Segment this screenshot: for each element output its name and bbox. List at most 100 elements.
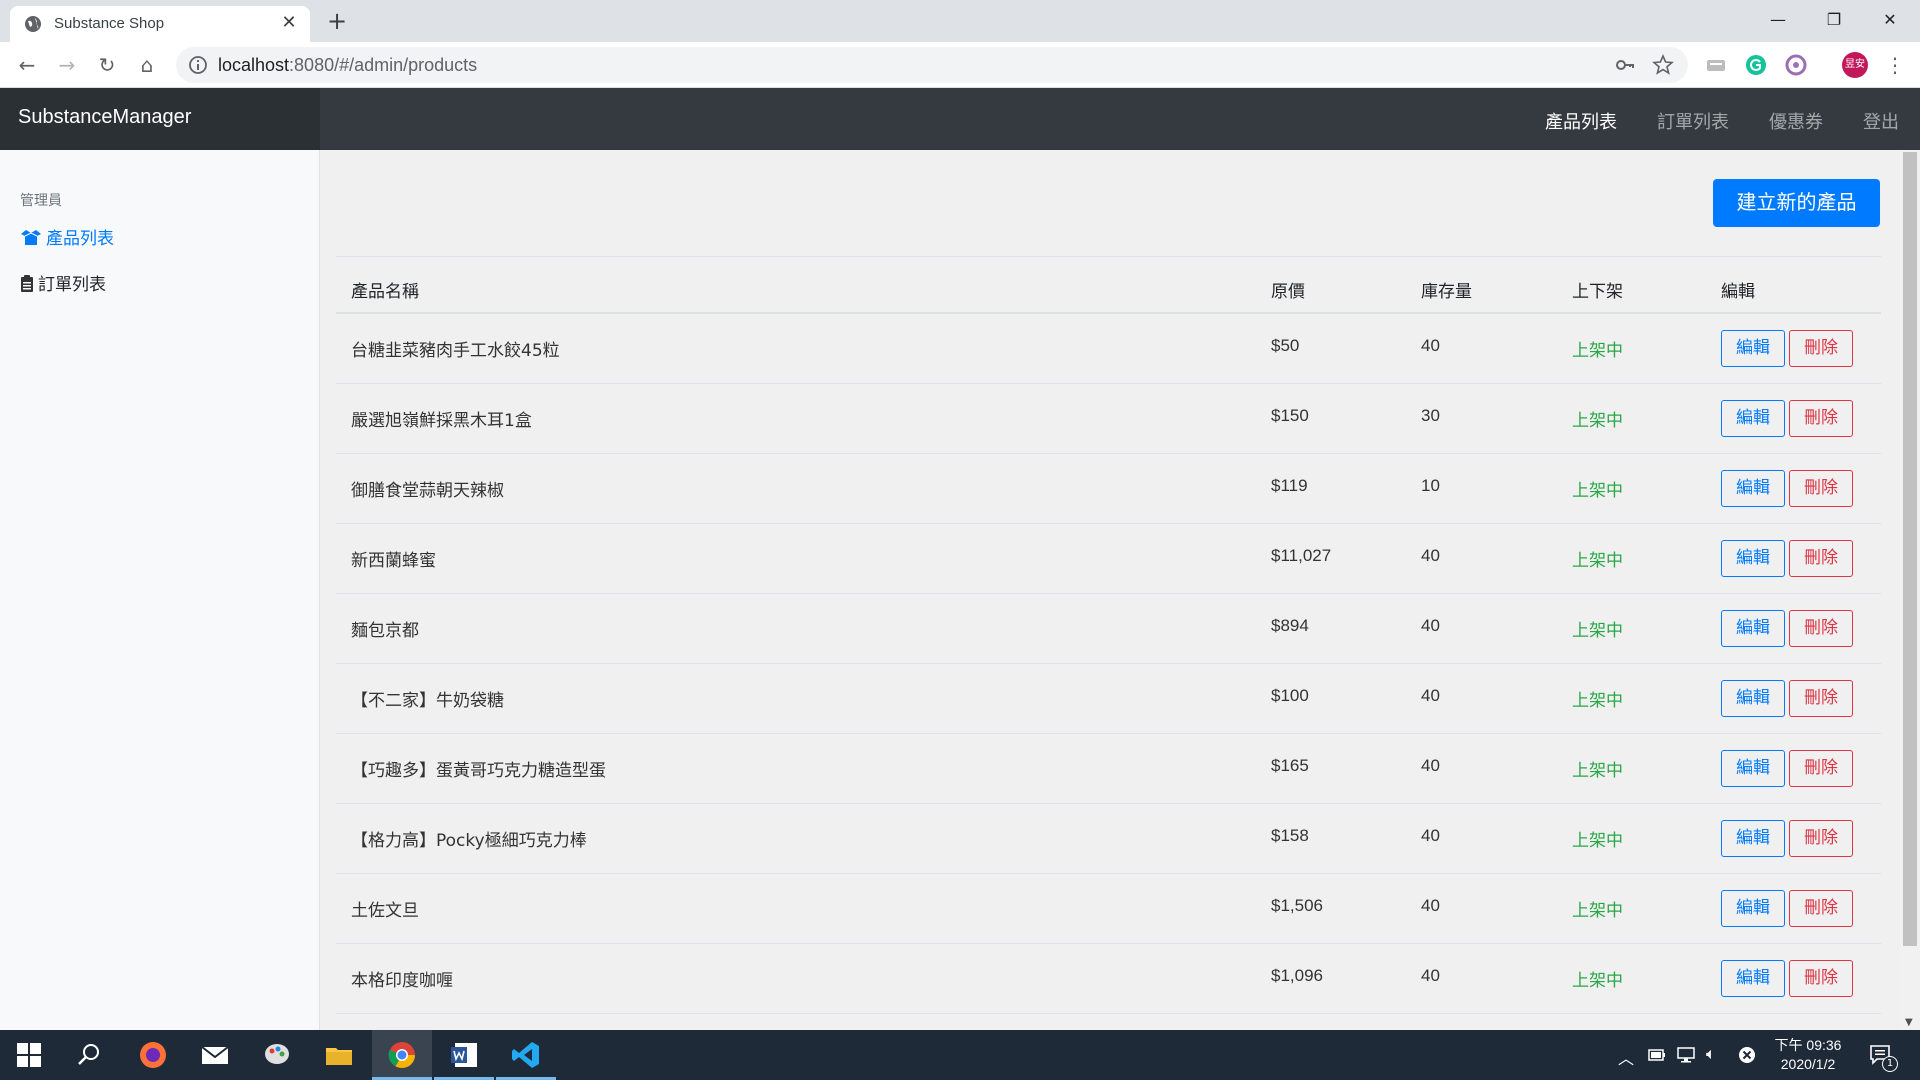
url-path: :8080/#/admin/products [289,55,478,75]
back-button[interactable]: ← [12,50,42,80]
delete-button[interactable]: 刪除 [1789,330,1853,367]
search-icon[interactable] [76,1042,102,1068]
paint-icon[interactable] [262,1040,292,1070]
edit-button[interactable]: 編輯 [1721,610,1785,647]
extension-purple-icon[interactable] [1785,54,1807,76]
vertical-scrollbar[interactable]: ▼ [1900,150,1920,1030]
edit-button[interactable]: 編輯 [1721,470,1785,507]
grammarly-icon[interactable] [1745,54,1767,76]
product-status-cell: 上架中 [1572,411,1623,431]
table-row: 御膳食堂蒜朝天辣椒 $119 10 上架中 編輯 刪除 [336,454,1881,524]
edit-button[interactable]: 編輯 [1721,820,1785,857]
firefox-icon[interactable] [138,1040,168,1070]
status-x-icon[interactable] [1738,1046,1756,1064]
edit-button[interactable]: 編輯 [1721,400,1785,437]
product-status-cell: 上架中 [1572,971,1623,991]
network-icon[interactable] [1676,1046,1696,1064]
taskbar-clock[interactable]: 下午 09:36 2020/1/2 [1768,1036,1848,1074]
column-header-edit: 編輯 [1721,282,1755,302]
mail-icon[interactable] [200,1040,230,1070]
topnav-logout[interactable]: 登出 [1863,108,1899,134]
product-price-cell: $50 [1271,336,1300,355]
create-product-button[interactable]: 建立新的產品 [1713,179,1880,227]
product-name-cell: 【巧趣多】蛋黃哥巧克力糖造型蛋 [351,761,606,781]
vscode-icon[interactable] [511,1040,541,1070]
product-status-cell: 上架中 [1572,551,1623,571]
topnav-products[interactable]: 產品列表 [1545,108,1617,134]
notification-count-badge: 1 [1882,1056,1898,1072]
clock-time: 下午 09:36 [1774,1037,1842,1053]
app-navbar: SubstanceManager 產品列表 訂單列表 優惠券 登出 [0,88,1920,150]
edit-button[interactable]: 編輯 [1721,330,1785,367]
delete-button[interactable]: 刪除 [1789,470,1853,507]
product-status-cell: 上架中 [1572,831,1623,851]
chrome-icon[interactable] [387,1040,417,1070]
windows-start-icon[interactable] [16,1042,42,1068]
product-status-cell: 上架中 [1572,481,1623,501]
table-row: 【不二家】牛奶袋糖 $100 40 上架中 編輯 刪除 [336,664,1881,734]
brand-area: SubstanceManager [0,88,320,150]
restore-button[interactable]: ❐ [1812,4,1856,36]
star-icon[interactable] [1652,54,1674,76]
edit-button[interactable]: 編輯 [1721,960,1785,997]
scroll-down-arrow-icon[interactable]: ▼ [1905,1017,1913,1028]
product-stock-cell: 10 [1421,476,1440,495]
product-stock-cell: 30 [1421,406,1440,425]
menu-kebab-icon[interactable]: ⋮ [1880,50,1910,80]
delete-button[interactable]: 刪除 [1789,890,1853,927]
edit-button[interactable]: 編輯 [1721,540,1785,577]
key-icon[interactable] [1614,54,1636,76]
delete-button[interactable]: 刪除 [1789,610,1853,647]
edit-button[interactable]: 編輯 [1721,890,1785,927]
forward-button[interactable]: → [52,50,82,80]
table-row: 台糖韭菜豬肉手工水餃45粒 $50 40 上架中 編輯 刪除 [336,314,1881,384]
product-name-cell: 御膳食堂蒜朝天辣椒 [351,481,504,501]
extension-ticket-icon[interactable] [1705,54,1727,76]
edit-button[interactable]: 編輯 [1721,680,1785,717]
product-name-cell: 台糖韭菜豬肉手工水餃45粒 [351,341,560,361]
delete-button[interactable]: 刪除 [1789,680,1853,717]
browser-tab[interactable]: Substance Shop ✕ [10,6,310,42]
table-row: 【格力高】Pocky極細巧克力棒 $158 40 上架中 編輯 刪除 [336,804,1881,874]
product-name-cell: 嚴選旭嶺鮮採黑木耳1盒 [351,411,532,431]
sidebar-item-orders[interactable]: 訂單列表 [20,270,106,295]
home-button[interactable]: ⌂ [132,50,162,80]
column-header-name: 產品名稱 [351,282,419,302]
sidebar-item-products[interactable]: 產品列表 [20,224,114,249]
word-icon[interactable] [449,1040,479,1070]
tab-title: Substance Shop [54,15,165,32]
close-tab-icon[interactable]: ✕ [278,12,300,34]
delete-button[interactable]: 刪除 [1789,960,1853,997]
topnav-coupons[interactable]: 優惠券 [1769,108,1823,134]
profile-avatar[interactable]: 昱安 [1842,52,1868,78]
delete-button[interactable]: 刪除 [1789,750,1853,787]
product-stock-cell: 40 [1421,826,1440,845]
product-name-cell: 【格力高】Pocky極細巧克力棒 [351,831,587,851]
topnav-orders[interactable]: 訂單列表 [1657,108,1729,134]
address-bar[interactable]: localhost:8080/#/admin/products [176,47,1688,83]
minimize-button[interactable]: — [1756,4,1800,36]
column-header-status: 上下架 [1572,282,1623,302]
close-window-button[interactable]: ✕ [1868,4,1912,36]
product-price-cell: $100 [1271,686,1309,705]
file-explorer-icon[interactable] [324,1040,354,1070]
delete-button[interactable]: 刪除 [1789,540,1853,577]
reload-button[interactable]: ↻ [92,50,122,80]
product-stock-cell: 40 [1421,966,1440,985]
table-row: 麵包京都 $894 40 上架中 編輯 刪除 [336,594,1881,664]
product-price-cell: $894 [1271,616,1309,635]
new-tab-button[interactable]: + [323,8,351,36]
browser-toolbar: ← → ↻ ⌂ localhost:8080/#/admin/products … [0,42,1920,88]
scrollbar-thumb[interactable] [1903,152,1917,946]
product-name-cell: 麵包京都 [351,621,419,641]
battery-icon[interactable] [1648,1047,1666,1063]
url-text: localhost:8080/#/admin/products [218,55,477,76]
volume-icon[interactable]: 🔈︎ [1706,1044,1716,1080]
info-icon[interactable] [188,55,208,75]
brand-logo-text[interactable]: SubstanceManager [18,106,191,129]
delete-button[interactable]: 刪除 [1789,820,1853,857]
edit-button[interactable]: 編輯 [1721,750,1785,787]
product-stock-cell: 40 [1421,756,1440,775]
delete-button[interactable]: 刪除 [1789,400,1853,437]
tray-expand-icon[interactable]: ︿ [1618,1045,1634,1080]
